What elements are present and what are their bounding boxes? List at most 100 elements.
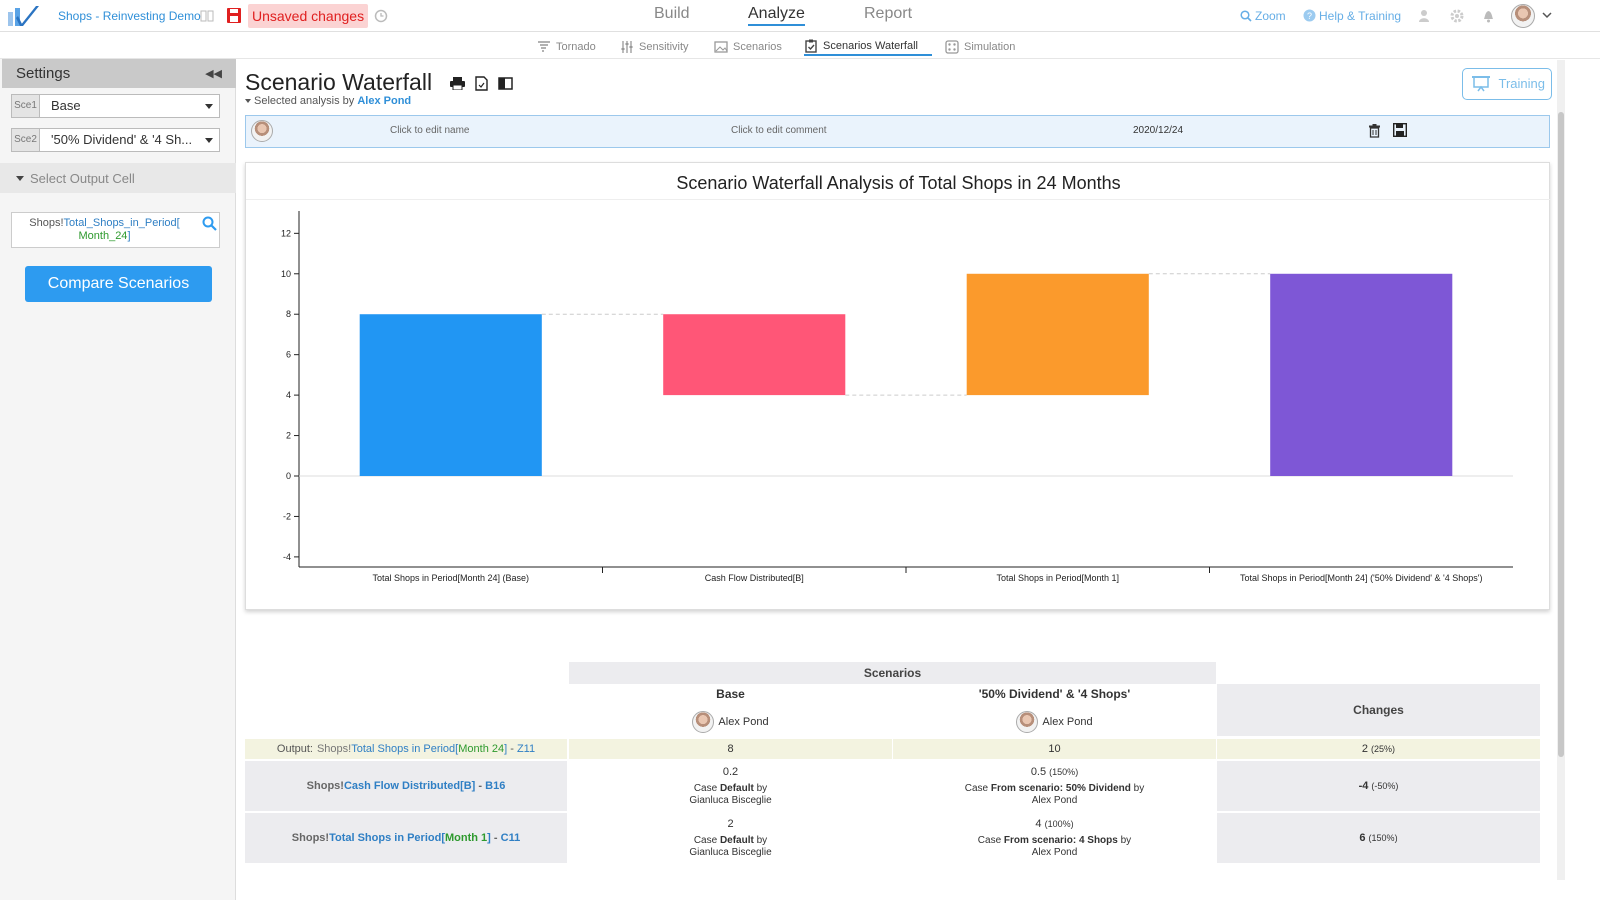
tab-tornado[interactable]: Tornado bbox=[537, 38, 596, 56]
user-avatar[interactable] bbox=[1511, 4, 1535, 28]
input-cell-link[interactable]: C11 bbox=[501, 832, 521, 844]
unsaved-changes-badge[interactable]: Unsaved changes bbox=[248, 4, 369, 28]
save-icon[interactable] bbox=[1393, 123, 1407, 137]
input-row-change: 6 (150%) bbox=[1217, 813, 1540, 863]
training-button[interactable]: Training bbox=[1462, 68, 1552, 100]
scenario1-value: Base bbox=[51, 98, 81, 113]
output-base-value: 8 bbox=[569, 739, 892, 759]
print-icon[interactable] bbox=[450, 76, 465, 90]
scenario1-tag: Sce1 bbox=[12, 95, 40, 117]
output-alt-value: 10 bbox=[893, 739, 1216, 759]
cell-close: ] bbox=[127, 230, 131, 242]
base-user: Alex Pond bbox=[569, 708, 892, 736]
tab-simulation[interactable]: Simulation bbox=[945, 38, 1015, 56]
caret-down-icon bbox=[16, 176, 24, 181]
app-logo-icon[interactable] bbox=[6, 4, 40, 28]
export-icon[interactable] bbox=[475, 76, 488, 91]
image-icon bbox=[714, 41, 728, 53]
clipboard-check-icon bbox=[805, 39, 817, 53]
output-cell-field[interactable]: Shops!Total_Shops_in_Period[ Month_24] bbox=[11, 212, 220, 248]
search-icon[interactable] bbox=[1240, 10, 1252, 22]
users-icon[interactable] bbox=[1418, 9, 1433, 23]
search-icon[interactable] bbox=[202, 216, 217, 231]
collapse-icon[interactable]: ◀◀ bbox=[205, 67, 222, 80]
input-row-base: 0.2 Case Default by Gianluca Bisceglie bbox=[689, 765, 772, 806]
dice-icon bbox=[945, 40, 959, 54]
document-title[interactable]: Shops - Reinvesting Demo bbox=[58, 9, 201, 23]
select-output-cell-toggle[interactable]: Select Output Cell bbox=[0, 163, 236, 193]
settings-sidebar: Settings ◀◀ Sce1 Base Sce2 '50% Dividend… bbox=[0, 59, 236, 900]
y-tick-label: 2 bbox=[286, 431, 291, 441]
y-tick-label: 6 bbox=[286, 350, 291, 360]
output-cell-link[interactable]: Z11 bbox=[517, 743, 535, 755]
alt-user-avatar bbox=[1016, 711, 1039, 733]
tab-sensitivity[interactable]: Sensitivity bbox=[620, 38, 689, 56]
cell-sheet: Shops! bbox=[29, 217, 64, 229]
y-tick-label: 8 bbox=[286, 309, 291, 319]
selected-user[interactable]: Alex Pond bbox=[357, 95, 411, 107]
analysis-record-row: Click to edit name Click to edit comment… bbox=[245, 115, 1550, 148]
tab-scenarios-waterfall[interactable]: Scenarios Waterfall bbox=[804, 38, 932, 56]
waterfall-bar bbox=[359, 314, 542, 476]
book-icon[interactable] bbox=[200, 9, 214, 23]
scenario-comparison-table: Scenarios Base '50% Dividend' & '4 Shops… bbox=[245, 662, 1540, 867]
input-row-alt: 0.5 (150%) Case From scenario: 50% Divid… bbox=[964, 765, 1145, 806]
scrollbar-thumb[interactable] bbox=[1558, 112, 1564, 757]
alt-column-header: '50% Dividend' & '4 Shops' bbox=[978, 687, 1131, 701]
input-row-base: 2 Case Default by Gianluca Bisceglie bbox=[689, 817, 772, 858]
waterfall-bar bbox=[663, 314, 846, 396]
y-tick-label: 4 bbox=[286, 390, 291, 400]
svg-text:?: ? bbox=[1307, 11, 1312, 21]
scenario2-select[interactable]: Sce2 '50% Dividend' & '4 Sh... bbox=[11, 128, 220, 152]
input-cell-link[interactable]: B16 bbox=[485, 780, 505, 792]
gear-icon[interactable] bbox=[1450, 9, 1464, 23]
page-title: Scenario Waterfall bbox=[245, 69, 432, 96]
settings-title: Settings bbox=[16, 65, 71, 82]
page-title-text: Scenario Waterfall bbox=[245, 69, 433, 95]
history-icon[interactable] bbox=[374, 9, 388, 23]
panel-icon[interactable] bbox=[498, 77, 513, 90]
input-row-change: -4 (-50%) bbox=[1217, 761, 1540, 811]
analysis-avatar bbox=[251, 120, 273, 142]
tab-label: Sensitivity bbox=[639, 41, 689, 53]
base-column-header: Base bbox=[716, 687, 745, 701]
chevron-down-icon bbox=[205, 104, 213, 109]
tab-label: Simulation bbox=[964, 41, 1016, 53]
cell-index: Month_24 bbox=[78, 230, 128, 242]
y-tick-label: 12 bbox=[281, 228, 291, 238]
sliders-icon bbox=[621, 41, 633, 53]
trash-icon[interactable] bbox=[1369, 124, 1380, 138]
y-tick-label: 10 bbox=[281, 269, 291, 279]
analysis-name-field[interactable]: Click to edit name bbox=[390, 125, 469, 136]
zoom-link[interactable]: Zoom bbox=[1255, 9, 1286, 23]
caret-down-icon[interactable] bbox=[245, 99, 251, 104]
chevron-down-icon[interactable] bbox=[1542, 12, 1552, 19]
tab-scenarios[interactable]: Scenarios bbox=[714, 38, 782, 56]
output-row-label: Output: Shops! Total Shops in Period[Mont… bbox=[245, 739, 567, 759]
nav-analyze[interactable]: Analyze bbox=[748, 5, 805, 26]
waterfall-bar bbox=[1270, 273, 1453, 476]
selected-analysis-line: Selected analysis by Alex Pond bbox=[245, 95, 411, 107]
nav-report[interactable]: Report bbox=[864, 5, 912, 23]
analysis-date: 2020/12/24 bbox=[1133, 125, 1184, 136]
help-training-link[interactable]: Help & Training bbox=[1319, 9, 1401, 23]
analysis-comment-field[interactable]: Click to edit comment bbox=[731, 125, 827, 136]
x-tick-label: Total Shops in Period[Month 1] bbox=[996, 573, 1119, 583]
waterfall-bar bbox=[966, 273, 1149, 396]
x-tick-label: Cash Flow Distributed[B] bbox=[705, 573, 804, 583]
training-icon bbox=[1472, 76, 1490, 92]
bell-icon[interactable] bbox=[1482, 9, 1495, 23]
compare-scenarios-button[interactable]: Compare Scenarios bbox=[25, 266, 212, 302]
tab-label: Tornado bbox=[556, 41, 596, 53]
input-row-alt: 4 (100%) Case From scenario: 4 Shops by … bbox=[977, 817, 1132, 858]
input-row-label: Shops! Total Shops in Period[Month 1] - C… bbox=[245, 813, 567, 863]
scenario1-select[interactable]: Sce1 Base bbox=[11, 94, 220, 118]
y-tick-label: 0 bbox=[286, 471, 291, 481]
training-label: Training bbox=[1498, 76, 1545, 91]
nav-build[interactable]: Build bbox=[654, 5, 690, 23]
cell-name: Total_Shops_in_Period[ bbox=[63, 217, 180, 229]
selected-prefix: Selected analysis by bbox=[254, 95, 355, 107]
help-icon[interactable]: ? bbox=[1303, 9, 1316, 22]
y-tick-label: -4 bbox=[283, 552, 291, 562]
save-icon[interactable] bbox=[227, 8, 241, 23]
